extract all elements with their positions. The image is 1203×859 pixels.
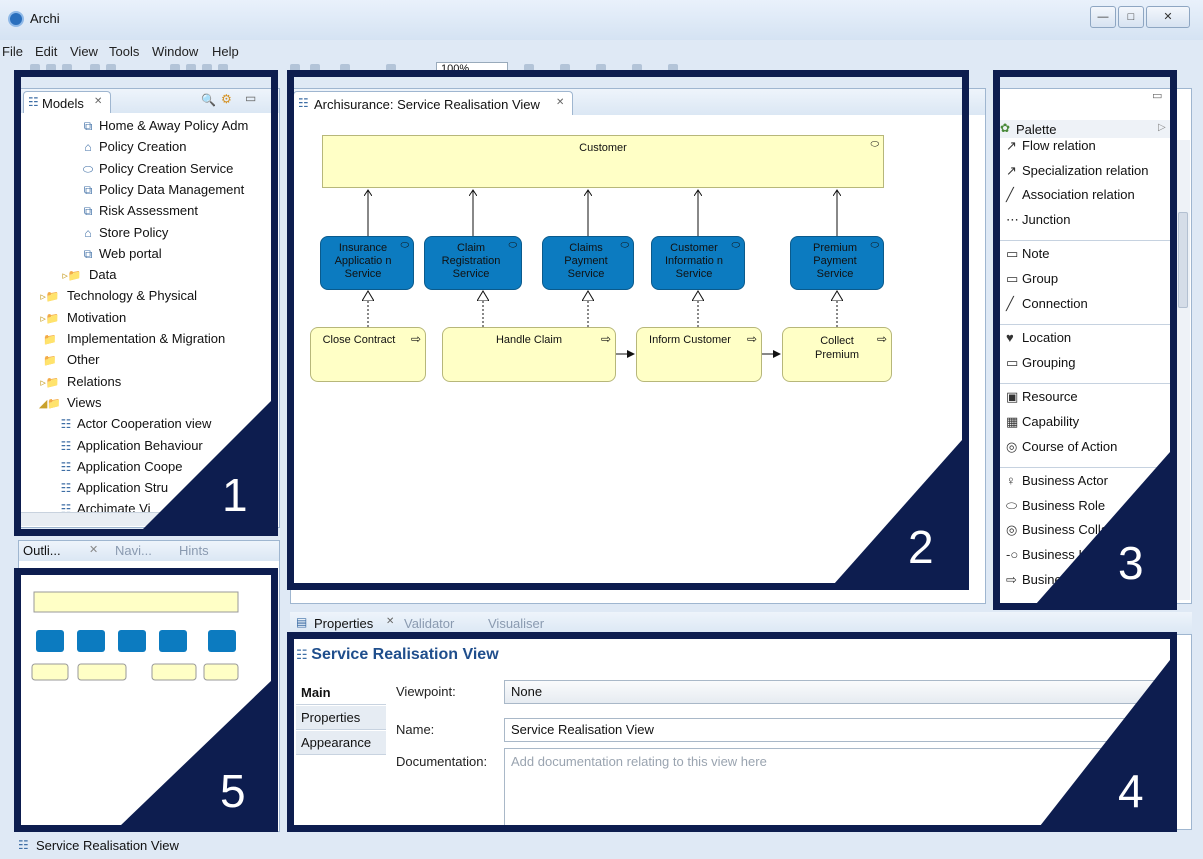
callout-triangle-properties bbox=[1040, 660, 1170, 826]
palette-scrollbar[interactable] bbox=[1176, 140, 1190, 600]
callout-triangle-editor bbox=[834, 440, 962, 584]
status-text: Service Realisation View bbox=[36, 838, 179, 853]
tab-navigator[interactable]: Navi... bbox=[115, 543, 152, 558]
title-bar bbox=[0, 0, 1203, 40]
tab-visualiser[interactable]: Visualiser bbox=[488, 616, 544, 631]
close-icon[interactable]: ✕ bbox=[89, 543, 98, 556]
callout-number-1: 1 bbox=[222, 469, 248, 521]
menu-edit[interactable]: Edit bbox=[35, 44, 57, 59]
tab-validator[interactable]: Validator bbox=[404, 616, 454, 631]
archi-app-icon bbox=[8, 11, 24, 27]
menu-tools[interactable]: Tools bbox=[109, 44, 139, 59]
properties-icon: ▤ bbox=[296, 615, 308, 629]
tab-outline[interactable]: Outli... bbox=[23, 543, 61, 558]
callout-number-3: 3 bbox=[1118, 537, 1144, 589]
outline-tabbar: Outli... ✕ Navi... Hints bbox=[19, 541, 279, 561]
menu-help[interactable]: Help bbox=[212, 44, 239, 59]
tab-properties[interactable]: Properties bbox=[314, 616, 373, 631]
minimize-button[interactable]: — bbox=[1090, 6, 1116, 28]
callout-triangle-palette bbox=[1036, 452, 1170, 604]
close-button[interactable]: ✕ bbox=[1146, 6, 1190, 28]
menu-window[interactable]: Window bbox=[152, 44, 198, 59]
status-bar: ☷ Service Realisation View bbox=[0, 834, 1203, 859]
scrollbar-thumb[interactable] bbox=[1178, 212, 1188, 308]
close-icon[interactable]: ✕ bbox=[386, 616, 394, 627]
menu-bar: File Edit View Tools Window Help bbox=[0, 42, 1203, 60]
menu-file[interactable]: File bbox=[2, 44, 23, 59]
window-title: Archi bbox=[30, 11, 60, 26]
tab-hints[interactable]: Hints bbox=[179, 543, 209, 558]
callout-number-4: 4 bbox=[1118, 765, 1144, 817]
view-icon: ☷ bbox=[18, 838, 29, 852]
properties-tabbar: ▤ Properties ✕ Validator Visualiser bbox=[290, 612, 1192, 634]
maximize-button[interactable]: □ bbox=[1118, 6, 1144, 28]
callout-number-2: 2 bbox=[908, 521, 934, 573]
callout-triangle-outline bbox=[120, 680, 272, 826]
callout-number-5: 5 bbox=[220, 765, 246, 817]
menu-view[interactable]: View bbox=[70, 44, 98, 59]
